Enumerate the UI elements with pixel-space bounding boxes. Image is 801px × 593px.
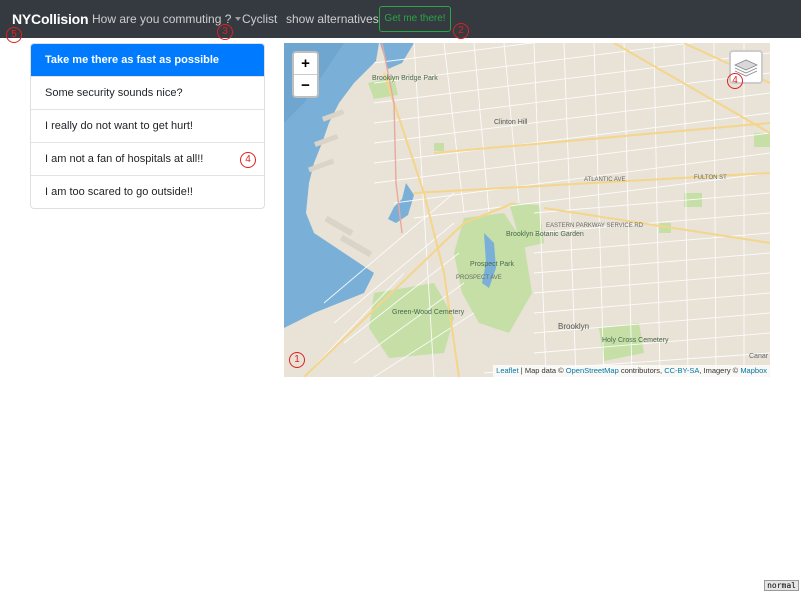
map-label-canarsie: Canar bbox=[749, 353, 769, 360]
cyclist-link[interactable]: Cyclist bbox=[242, 12, 277, 26]
map-label-fulton-st: FULTON ST bbox=[694, 175, 727, 181]
route-option-avoid-hospitals[interactable]: I am not a fan of hospitals at all!! bbox=[31, 142, 264, 175]
map-tiles bbox=[284, 43, 770, 377]
route-option-fastest[interactable]: Take me there as fast as possible bbox=[31, 44, 264, 76]
zoom-out-button[interactable]: − bbox=[294, 74, 317, 96]
annotation-marker-list: 4 bbox=[240, 152, 256, 168]
mode-badge: normal bbox=[764, 580, 799, 591]
annotation-marker-map: 1 bbox=[289, 352, 305, 368]
map-label-botanic-garden: Brooklyn Botanic Garden bbox=[506, 231, 584, 238]
map-label-prospect-ave: PROSPECT AVE bbox=[456, 275, 502, 281]
annotation-marker-go-button: 2 bbox=[453, 23, 469, 39]
map-label-green-wood-cemetery: Green-Wood Cemetery bbox=[392, 309, 465, 316]
route-preference-list: Take me there as fast as possible Some s… bbox=[30, 43, 265, 209]
route-option-safest[interactable]: I am too scared to go outside!! bbox=[31, 175, 264, 208]
map-label-atlantic-ave: ATLANTIC AVE bbox=[584, 177, 626, 183]
zoom-control: + − bbox=[292, 51, 319, 98]
caret-down-icon bbox=[235, 17, 242, 21]
zoom-in-button[interactable]: + bbox=[294, 53, 317, 74]
annotation-marker-layers: 4 bbox=[727, 73, 743, 89]
map-label-eastern-parkway: EASTERN PARKWAY SERVICE RD bbox=[546, 223, 644, 229]
top-navbar: NYCollision How are you commuting ? Cycl… bbox=[0, 0, 801, 38]
map-attribution: Leaflet | Map data © OpenStreetMap contr… bbox=[493, 365, 770, 377]
mapbox-link[interactable]: Mapbox bbox=[740, 366, 767, 375]
annotation-marker-brand: 5 bbox=[6, 27, 22, 43]
map-label-holy-cross-cemetery: Holy Cross Cemetery bbox=[602, 337, 669, 344]
map-label-brooklyn: Brooklyn bbox=[558, 322, 590, 331]
show-alternatives-link[interactable]: show alternatives bbox=[286, 12, 379, 26]
commute-mode-dropdown[interactable]: How are you commuting ? bbox=[92, 12, 242, 26]
annotation-marker-dropdown: 3 bbox=[217, 24, 233, 40]
map-view[interactable]: Brooklyn Bridge Park Clinton Hill Prospe… bbox=[284, 43, 770, 377]
leaflet-link[interactable]: Leaflet bbox=[496, 366, 519, 375]
brand-logo[interactable]: NYCollision bbox=[12, 11, 89, 27]
cc-by-sa-link[interactable]: CC-BY-SA bbox=[664, 366, 699, 375]
openstreetmap-link[interactable]: OpenStreetMap bbox=[566, 366, 619, 375]
map-label-brooklyn-bridge-park: Brooklyn Bridge Park bbox=[372, 75, 438, 82]
map-label-prospect-park: Prospect Park bbox=[470, 261, 514, 268]
map-label-clinton-hill: Clinton Hill bbox=[494, 119, 528, 126]
route-option-some-security[interactable]: Some security sounds nice? bbox=[31, 76, 264, 109]
get-me-there-button[interactable]: Get me there! bbox=[379, 6, 451, 32]
route-option-avoid-injury[interactable]: I really do not want to get hurt! bbox=[31, 109, 264, 142]
commute-mode-label: How are you commuting ? bbox=[92, 12, 232, 26]
